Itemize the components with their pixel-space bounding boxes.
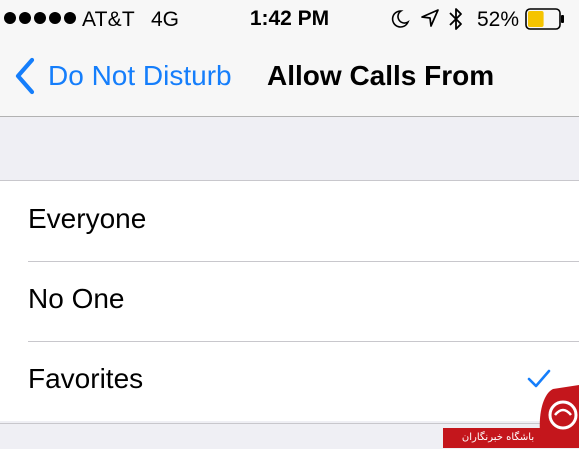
watermark-text: باشگاه خبرنگاران xyxy=(443,428,553,448)
watermark: باشگاه خبرنگاران xyxy=(443,385,579,448)
back-button-label: Do Not Disturb xyxy=(48,60,232,91)
battery-fill xyxy=(528,11,544,27)
back-button[interactable]: Do Not Disturb xyxy=(12,56,232,96)
option-label: No One xyxy=(28,283,125,314)
option-label: Favorites xyxy=(28,363,144,394)
battery-icon xyxy=(525,8,564,30)
watermark-logo-icon xyxy=(539,385,579,448)
option-label: Everyone xyxy=(28,203,147,234)
page-title: Allow Calls From xyxy=(267,60,495,91)
navigation-bar: Do Not Disturb Allow Calls From xyxy=(0,38,579,117)
option-no-one[interactable]: No One xyxy=(0,261,579,341)
moon-icon xyxy=(391,10,410,28)
location-icon xyxy=(421,9,439,27)
battery-percentage: 52% xyxy=(477,8,520,31)
bluetooth-icon xyxy=(449,8,462,30)
option-everyone[interactable]: Everyone xyxy=(0,181,579,261)
chevron-left-icon xyxy=(15,57,35,95)
section-spacer xyxy=(0,117,579,181)
status-bar: AT&T 4G 1:42 PM 52% xyxy=(0,0,579,38)
